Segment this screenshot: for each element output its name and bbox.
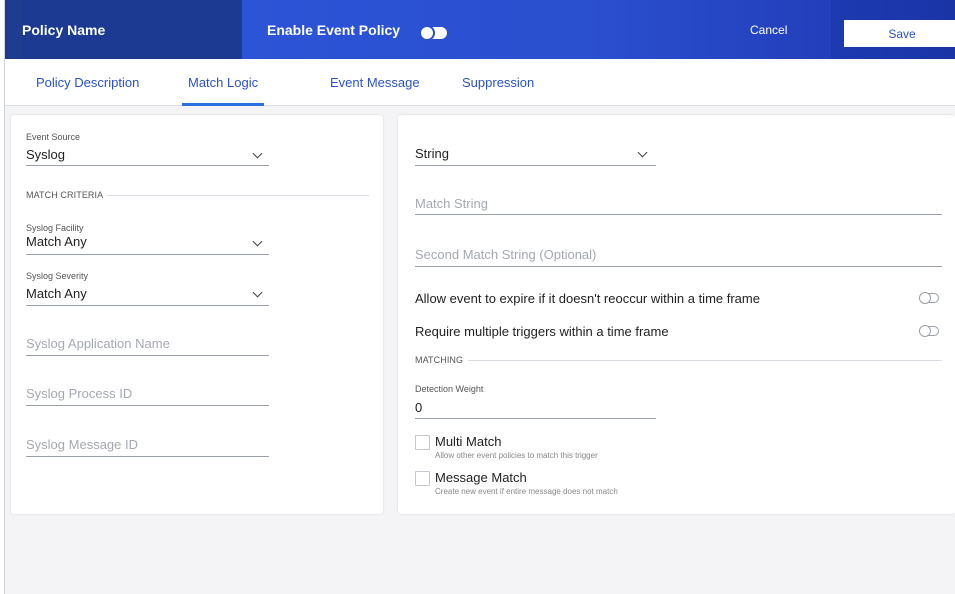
cancel-button[interactable]: Cancel — [750, 0, 787, 59]
syslog-message-id-underline — [26, 456, 269, 457]
syslog-application-name-underline — [26, 355, 269, 356]
multiple-triggers-label: Require multiple triggers within a time … — [415, 324, 669, 339]
save-button[interactable]: Save — [844, 20, 955, 47]
syslog-application-name-input[interactable]: Syslog Application Name — [26, 336, 170, 351]
syslog-facility-label: Syslog Facility — [26, 223, 84, 233]
expire-toggle[interactable] — [919, 292, 939, 304]
match-string-input[interactable]: Match String — [415, 196, 488, 211]
tab-event-message[interactable]: Event Message — [330, 59, 420, 106]
syslog-process-id-input[interactable]: Syslog Process ID — [26, 386, 132, 401]
event-source-select[interactable] — [26, 165, 269, 166]
multi-match-checkbox[interactable] — [415, 435, 430, 450]
second-match-string-input[interactable]: Second Match String (Optional) — [415, 247, 596, 262]
toggle-knob — [419, 25, 435, 41]
second-match-string-underline — [415, 266, 942, 267]
enable-event-policy-toggle[interactable] — [419, 25, 447, 41]
policy-header: Policy Name Enable Event Policy Cancel S… — [5, 0, 955, 59]
policy-name-title: Policy Name — [22, 0, 242, 59]
detection-weight-input[interactable]: 0 — [415, 400, 422, 415]
syslog-severity-value[interactable]: Match Any — [26, 286, 87, 301]
message-match-description: Create new event if entire message does … — [435, 487, 618, 496]
detection-weight-label: Detection Weight — [415, 384, 484, 394]
chevron-down-icon[interactable] — [637, 147, 648, 158]
event-source-value[interactable]: Syslog — [26, 147, 65, 162]
toggle-knob — [919, 325, 931, 337]
syslog-message-id-input[interactable]: Syslog Message ID — [26, 437, 138, 452]
match-criteria-card: Event Source Syslog MATCH CRITERIA Syslo… — [11, 115, 383, 514]
chevron-down-icon[interactable] — [252, 148, 263, 159]
chevron-down-icon[interactable] — [252, 287, 263, 298]
message-match-checkbox[interactable] — [415, 471, 430, 486]
matching-title: MATCHING — [415, 355, 464, 365]
syslog-severity-label: Syslog Severity — [26, 271, 89, 281]
syslog-facility-value[interactable]: Match Any — [26, 234, 87, 249]
tab-policy-description[interactable]: Policy Description — [36, 59, 139, 106]
enable-event-policy-label: Enable Event Policy — [267, 21, 401, 38]
match-options-card: String Match String Second Match String … — [398, 115, 955, 514]
toggle-knob — [919, 292, 931, 304]
expire-option-label: Allow event to expire if it doesn't reoc… — [415, 291, 760, 306]
syslog-severity-select[interactable] — [26, 305, 269, 306]
syslog-facility-select[interactable] — [26, 254, 269, 255]
detection-weight-underline — [415, 418, 656, 419]
message-match-label: Message Match — [435, 470, 527, 485]
match-type-value[interactable]: String — [415, 146, 449, 161]
chevron-down-icon[interactable] — [252, 236, 263, 247]
match-type-select[interactable] — [415, 165, 656, 166]
section-divider — [468, 360, 942, 361]
syslog-process-id-underline — [26, 405, 269, 406]
match-string-underline — [415, 214, 942, 215]
multi-match-description: Allow other event policies to match this… — [435, 451, 598, 460]
multiple-triggers-toggle[interactable] — [919, 325, 939, 337]
multi-match-label: Multi Match — [435, 434, 502, 449]
tab-suppression[interactable]: Suppression — [462, 59, 534, 106]
policy-tabs: Policy Description Match Logic Event Mes… — [5, 59, 955, 106]
match-criteria-title: MATCH CRITERIA — [26, 190, 104, 200]
event-source-label: Event Source — [26, 132, 81, 142]
tab-match-logic[interactable]: Match Logic — [181, 59, 265, 106]
section-divider — [107, 195, 369, 196]
